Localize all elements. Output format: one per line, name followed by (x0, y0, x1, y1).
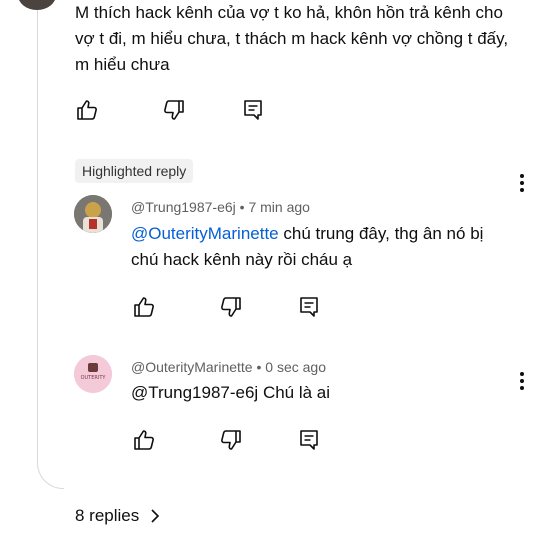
thumbs-up-icon (134, 430, 154, 450)
thumbs-down-icon (221, 430, 241, 450)
reply-comment-icon (300, 430, 318, 450)
thumbs-up-icon (77, 100, 97, 120)
mention-link[interactable]: @Trung1987-e6j (131, 383, 258, 402)
reply-comment-icon (244, 100, 262, 120)
reply-comment-icon (300, 297, 318, 317)
profile-photo-icon (74, 195, 112, 233)
thumbs-up-icon (134, 297, 154, 317)
like-button[interactable] (131, 427, 157, 453)
view-replies-button[interactable]: 8 replies (75, 504, 163, 528)
reply-button[interactable] (240, 97, 266, 123)
reply-avatar-trung[interactable] (74, 195, 112, 233)
replies-count-label: 8 replies (75, 506, 140, 525)
reply-author[interactable]: @OuterityMarinette (131, 359, 253, 375)
dislike-button[interactable] (218, 294, 244, 320)
comment-text: M thích hack kênh của vợ t ko hả, khôn h… (75, 3, 509, 74)
thumbs-down-icon (164, 100, 184, 120)
reply-timestamp[interactable]: 0 sec ago (265, 359, 326, 375)
thumbs-down-icon (221, 297, 241, 317)
more-vert-icon (520, 174, 524, 178)
reply-text: @Trung1987-e6j Chú là ai (131, 380, 511, 406)
reply-button[interactable] (296, 427, 322, 453)
profile-logo-icon (74, 355, 112, 393)
mention-link[interactable]: @OuterityMarinette (131, 224, 279, 243)
dislike-button[interactable] (161, 97, 187, 123)
highlighted-reply-badge: Highlighted reply (75, 159, 194, 183)
more-options-button[interactable] (512, 170, 532, 196)
reply-body: Chú là ai (262, 383, 331, 402)
avatar-logo-text: OUTERITY (80, 375, 106, 381)
reply-avatar-outerity[interactable]: OUTERITY (74, 355, 112, 393)
meta-separator: • (239, 199, 245, 215)
like-button[interactable] (131, 294, 157, 320)
like-button[interactable] (74, 97, 100, 123)
dislike-button[interactable] (218, 427, 244, 453)
reply-text: @OuterityMarinette chú trung đây, thg ân… (131, 221, 511, 273)
meta-separator: • (256, 359, 262, 375)
thread-connector-line (37, 0, 64, 489)
reply-timestamp[interactable]: 7 min ago (248, 199, 309, 215)
more-options-button[interactable] (512, 368, 532, 394)
reply-button[interactable] (296, 294, 322, 320)
more-vert-icon (520, 372, 524, 376)
reply-author[interactable]: @Trung1987-e6j (131, 199, 236, 215)
chevron-right-icon (151, 509, 160, 523)
